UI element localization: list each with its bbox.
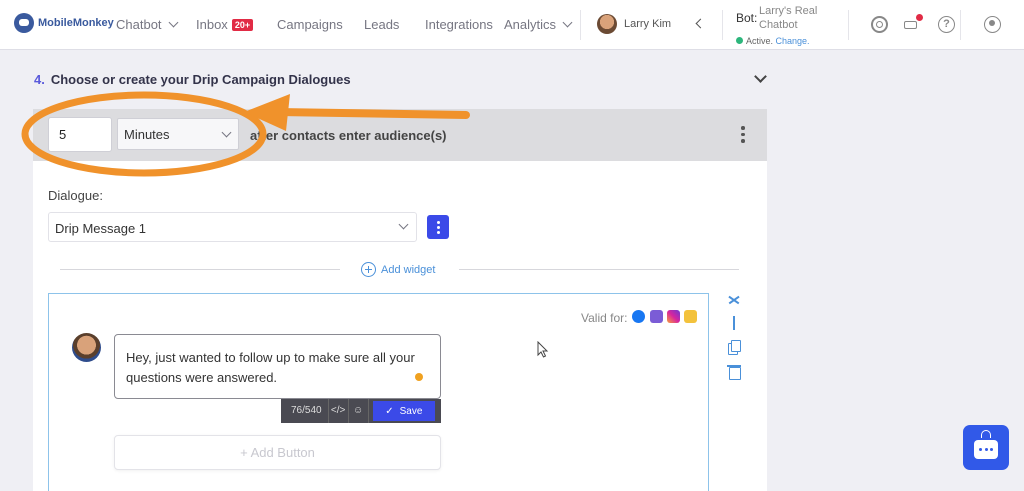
web-chat-icon	[684, 310, 697, 323]
duplicate-icon[interactable]	[728, 340, 741, 355]
bot-label: Bot:	[736, 11, 758, 25]
inbox-count-badge: 20+	[231, 19, 254, 31]
nav-item-label: Analytics	[504, 17, 557, 32]
code-icon[interactable]: </>	[329, 399, 349, 423]
save-button[interactable]: ✓ Save	[372, 401, 435, 421]
status-dot-icon	[736, 37, 743, 44]
user-avatar[interactable]	[597, 14, 617, 34]
messenger-icon	[632, 310, 645, 323]
change-bot-link[interactable]: Change.	[776, 36, 810, 46]
character-count: 76/540	[281, 399, 329, 423]
instagram-icon	[667, 310, 680, 323]
delay-unit-select[interactable]: Minutes	[117, 118, 239, 150]
section-title-text: Choose or create your Drip Campaign Dial…	[50, 72, 351, 87]
user-name[interactable]: Larry Kim	[624, 18, 671, 30]
dialogue-more-options-button[interactable]	[427, 215, 449, 239]
shuffle-icon[interactable]	[728, 293, 740, 307]
message-toolbar: 76/540 </> ☺ ✓ Save	[281, 399, 441, 423]
divider-right	[459, 269, 739, 270]
move-vertical-icon[interactable]	[728, 316, 740, 330]
nav-item-chatbot[interactable]: Chatbot	[116, 17, 178, 32]
card-more-options-icon[interactable]	[741, 126, 745, 144]
megaphone-icon[interactable]	[904, 14, 923, 33]
nav-divider	[580, 10, 581, 40]
section-title: 4. Choose or create your Drip Campaign Di…	[34, 72, 351, 87]
chevron-down-icon	[168, 17, 178, 28]
section-collapse-chevron-icon[interactable]	[754, 70, 767, 83]
bot-avatar	[72, 333, 101, 362]
dialogue-selected-value: Drip Message 1	[55, 221, 147, 236]
chat-launcher-button[interactable]	[963, 425, 1009, 470]
delay-value-input[interactable]: 5	[48, 117, 112, 152]
plus-circle-icon	[361, 262, 376, 277]
bot-status-text: Active.	[746, 36, 774, 46]
settings-gear-icon[interactable]	[871, 16, 888, 33]
chevron-down-icon	[398, 219, 409, 230]
help-icon[interactable]: ?	[938, 16, 955, 33]
nav-item-analytics[interactable]: Analytics	[504, 17, 573, 32]
collapse-chevron-left-icon[interactable]	[695, 18, 706, 29]
valid-for-label: Valid for:	[581, 311, 628, 325]
bot-status: Active. Change.	[736, 36, 810, 46]
section-number: 4.	[34, 72, 45, 87]
nav-item-integrations[interactable]: Integrations	[425, 17, 493, 32]
dialogue-label: Dialogue:	[48, 188, 103, 203]
trash-icon[interactable]	[727, 364, 741, 380]
delay-unit-value: Minutes	[124, 127, 170, 142]
nav-divider	[722, 10, 723, 40]
nav-item-campaigns[interactable]: Campaigns	[277, 17, 343, 32]
dialogue-select[interactable]: Drip Message 1	[48, 212, 417, 242]
monkey-logo-icon	[14, 13, 34, 33]
unsaved-indicator-icon	[415, 373, 423, 381]
chat-bubble-icon	[974, 440, 998, 459]
brand-logo[interactable]: MobileMonkey	[14, 13, 114, 33]
chevron-down-icon	[562, 17, 573, 28]
top-nav: MobileMonkey Chatbot Inbox 20+ Campaigns …	[0, 0, 1024, 50]
add-widget-label: Add widget	[381, 263, 436, 276]
nav-divider	[960, 10, 961, 40]
broadcast-signal-icon	[981, 430, 991, 438]
megaphone-body	[904, 21, 917, 29]
mouse-cursor-icon	[537, 341, 549, 358]
nav-item-leads[interactable]: Leads	[364, 17, 399, 32]
bot-name: Larry's Real Chatbot	[759, 5, 818, 31]
profile-icon[interactable]	[984, 16, 1001, 33]
nav-divider	[848, 10, 849, 40]
sms-icon	[650, 310, 663, 323]
save-label: Save	[399, 405, 423, 417]
add-button[interactable]: + Add Button	[114, 435, 441, 470]
emoji-icon[interactable]: ☺	[349, 399, 369, 423]
brand-name: MobileMonkey	[38, 17, 114, 29]
check-icon: ✓	[385, 405, 394, 417]
delay-description: after contacts enter audience(s)	[250, 128, 447, 143]
nav-item-inbox[interactable]: Inbox 20+	[196, 17, 254, 32]
divider-left	[60, 269, 340, 270]
message-text-input[interactable]: Hey, just wanted to follow up to make su…	[114, 334, 441, 399]
add-widget-button[interactable]: Add widget	[361, 262, 435, 277]
nav-item-label: Chatbot	[116, 17, 162, 32]
nav-item-label: Inbox	[196, 17, 228, 32]
notification-dot-icon	[916, 14, 923, 21]
chevron-down-icon	[221, 127, 232, 138]
